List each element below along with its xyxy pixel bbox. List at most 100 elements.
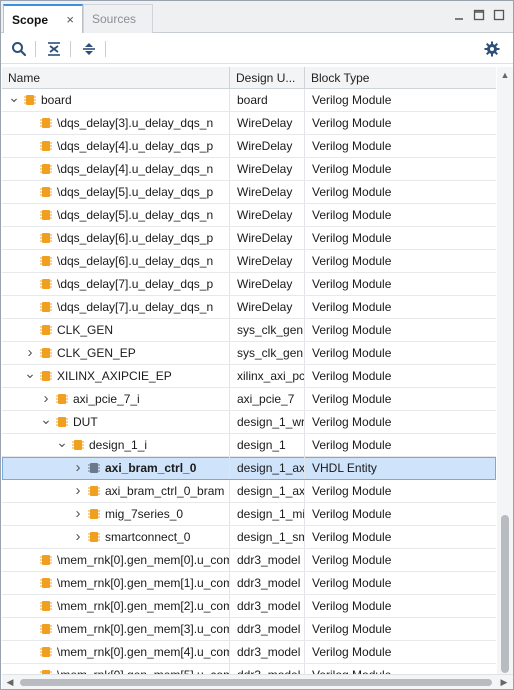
- minimize-icon[interactable]: [453, 9, 465, 21]
- table-row[interactable]: › mig_7series_0 design_1_mig_7series_0 Veri…: [2, 503, 496, 526]
- table-row[interactable]: \dqs_delay[4].u_delay_dqs_n WireDelay Veri…: [2, 158, 496, 181]
- name-cell: ⌄ design_1_i: [2, 434, 230, 456]
- name-cell: CLK_GEN: [2, 319, 230, 341]
- table-row[interactable]: \dqs_delay[6].u_delay_dqs_n WireDelay Veri…: [2, 250, 496, 273]
- chip-icon: [40, 256, 52, 266]
- table-row[interactable]: \mem_rnk[0].gen_mem[3].u_comp_ddr3ddr3_m…: [2, 618, 496, 641]
- table-row[interactable]: \mem_rnk[0].gen_mem[0].u_comp_ddr3ddr3_m…: [2, 549, 496, 572]
- name-cell: \mem_rnk[0].gen_mem[2].u_comp_ddr3: [2, 595, 230, 617]
- table-row[interactable]: CLK_GEN sys_clk_gen Verilog Module: [2, 319, 496, 342]
- column-header-name[interactable]: Name: [2, 67, 230, 89]
- chip-icon: [40, 141, 52, 151]
- tab-sources[interactable]: Sources: [83, 4, 153, 33]
- design-unit-cell: ddr3_model: [230, 572, 305, 594]
- table-row[interactable]: \dqs_delay[3].u_delay_dqs_n WireDelay Veri…: [2, 112, 496, 135]
- scope-name: \mem_rnk[0].gen_mem[1].u_comp_ddr3: [57, 576, 229, 590]
- vertical-scroll-thumb[interactable]: [501, 515, 509, 673]
- name-cell: \dqs_delay[7].u_delay_dqs_p: [2, 273, 230, 295]
- design-unit-cell: ddr3_model: [230, 664, 305, 674]
- chevron-down-icon[interactable]: ⌄: [56, 434, 68, 456]
- name-cell: \dqs_delay[7].u_delay_dqs_n: [2, 296, 230, 318]
- table-row[interactable]: \dqs_delay[5].u_delay_dqs_p WireDelay Veri…: [2, 181, 496, 204]
- table-row[interactable]: \dqs_delay[7].u_delay_dqs_n WireDelay Veri…: [2, 296, 496, 319]
- chevron-right-icon[interactable]: ›: [24, 342, 36, 364]
- table-row[interactable]: \dqs_delay[6].u_delay_dqs_p WireDelay Veri…: [2, 227, 496, 250]
- name-cell: \mem_rnk[0].gen_mem[5].u_comp_ddr3: [2, 664, 230, 674]
- table-row[interactable]: \mem_rnk[0].gen_mem[4].u_comp_ddr3ddr3_m…: [2, 641, 496, 664]
- block-type-cell: Verilog Module: [312, 208, 392, 222]
- design-unit-cell: design_1_wrapper: [230, 411, 305, 433]
- name-cell: \dqs_delay[6].u_delay_dqs_n: [2, 250, 230, 272]
- chevron-down-icon[interactable]: ⌄: [8, 89, 20, 111]
- chevron-down-icon[interactable]: ⌄: [40, 411, 52, 433]
- name-cell: ⌄ DUT: [2, 411, 230, 433]
- name-cell: \mem_rnk[0].gen_mem[0].u_comp_ddr3: [2, 549, 230, 571]
- scope-name: \dqs_delay[6].u_delay_dqs_p: [57, 231, 214, 245]
- scope-name: \dqs_delay[5].u_delay_dqs_p: [57, 185, 214, 199]
- scope-name: DUT: [73, 415, 98, 429]
- chevron-right-icon[interactable]: ›: [72, 503, 84, 525]
- chevron-right-icon[interactable]: ›: [72, 457, 84, 479]
- table-row[interactable]: \mem_rnk[0].gen_mem[1].u_comp_ddr3ddr3_m…: [2, 572, 496, 595]
- column-header-design-unit[interactable]: Design U...: [230, 67, 305, 89]
- table-row[interactable]: › axi_bram_ctrl_0 design_1_axi_bram_ctrl_0…: [2, 457, 496, 480]
- scope-name: smartconnect_0: [105, 530, 191, 544]
- scope-name: \dqs_delay[4].u_delay_dqs_n: [57, 162, 214, 176]
- chevron-right-icon[interactable]: ›: [72, 526, 84, 548]
- design-unit-cell: axi_pcie_7: [230, 388, 305, 410]
- table-row[interactable]: \dqs_delay[4].u_delay_dqs_p WireDelay Veri…: [2, 135, 496, 158]
- table-row[interactable]: ⌄ board board Verilog Module: [2, 89, 496, 112]
- table-row[interactable]: \dqs_delay[5].u_delay_dqs_n WireDelay Veri…: [2, 204, 496, 227]
- table-row[interactable]: ⌄ XILINX_AXIPCIE_EP xilinx_axi_pcie Verilog…: [2, 365, 496, 388]
- table-row[interactable]: \mem_rnk[0].gen_mem[5].u_comp_ddr3ddr3_m…: [2, 664, 496, 674]
- name-cell: \dqs_delay[5].u_delay_dqs_p: [2, 181, 230, 203]
- chip-icon: [40, 578, 52, 588]
- table-row[interactable]: › axi_bram_ctrl_0_bram design_1_axi_bram_c…: [2, 480, 496, 503]
- chip-icon: [40, 555, 52, 565]
- block-type-cell: Verilog Module: [312, 415, 392, 429]
- block-type-cell: Verilog Module: [312, 185, 392, 199]
- table-row[interactable]: ⌄ design_1_i design_1 Verilog Module: [2, 434, 496, 457]
- table-row[interactable]: › smartconnect_0 design_1_smartconnect_0 Ve…: [2, 526, 496, 549]
- table-row[interactable]: ⌄ DUT design_1_wrapper Verilog Module: [2, 411, 496, 434]
- table-row[interactable]: \mem_rnk[0].gen_mem[2].u_comp_ddr3ddr3_m…: [2, 595, 496, 618]
- scope-name: \mem_rnk[0].gen_mem[5].u_comp_ddr3: [57, 664, 229, 674]
- design-unit-cell: sys_clk_gen: [230, 342, 305, 364]
- scroll-left-icon[interactable]: ◀: [4, 676, 16, 688]
- toolbar-divider: [70, 41, 71, 57]
- table-row[interactable]: › axi_pcie_7_i axi_pcie_7 Verilog Module: [2, 388, 496, 411]
- gear-icon[interactable]: [482, 39, 502, 59]
- vertical-scrollbar[interactable]: ▲: [497, 67, 513, 674]
- scroll-right-icon[interactable]: ▶: [498, 676, 510, 688]
- scope-name: \mem_rnk[0].gen_mem[2].u_comp_ddr3: [57, 599, 229, 613]
- table-row[interactable]: \dqs_delay[7].u_delay_dqs_p WireDelay Veri…: [2, 273, 496, 296]
- chevron-down-icon[interactable]: ⌄: [24, 365, 36, 387]
- table-row[interactable]: › CLK_GEN_EP sys_clk_gen Verilog Module: [2, 342, 496, 365]
- collapse-all-icon[interactable]: [44, 39, 64, 59]
- scroll-up-icon[interactable]: ▲: [499, 69, 511, 81]
- name-cell: \mem_rnk[0].gen_mem[3].u_comp_ddr3: [2, 618, 230, 640]
- design-unit-cell: design_1: [230, 434, 305, 456]
- design-unit-cell: board: [230, 89, 305, 111]
- chevron-right-icon[interactable]: ›: [72, 480, 84, 502]
- tab-scope-label: Scope: [12, 12, 49, 27]
- horizontal-scroll-thumb[interactable]: [20, 679, 492, 686]
- scope-tree-table: Name Design U... Block Type ⌄ board board V…: [2, 67, 496, 674]
- toolbar-divider: [105, 41, 106, 57]
- block-type-cell: Verilog Module: [312, 645, 392, 659]
- column-header-block-type[interactable]: Block Type: [305, 67, 496, 89]
- tab-scope[interactable]: Scope ×: [3, 4, 83, 33]
- restore-icon[interactable]: [473, 9, 485, 21]
- maximize-icon[interactable]: [493, 9, 505, 21]
- design-unit-cell: design_1_axi_bram_ctrl_0: [230, 457, 305, 479]
- expand-all-icon[interactable]: [79, 39, 99, 59]
- design-unit-cell: xilinx_axi_pcie: [230, 365, 305, 387]
- chevron-right-icon[interactable]: ›: [40, 388, 52, 410]
- search-icon[interactable]: [9, 39, 29, 59]
- close-icon[interactable]: ×: [66, 12, 74, 27]
- chip-icon: [72, 440, 84, 450]
- horizontal-scrollbar[interactable]: ◀ ▶: [2, 674, 513, 689]
- name-cell: ⌄ board: [2, 89, 230, 111]
- chip-icon: [40, 371, 52, 381]
- block-type-cell: Verilog Module: [312, 622, 392, 636]
